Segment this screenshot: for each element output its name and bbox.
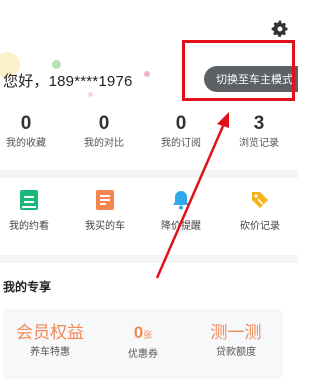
service-appointments[interactable]: 我的约看 [0,190,62,235]
member-benefits[interactable]: 会员权益 养车特惠 [5,321,95,361]
stat-favorites[interactable]: 0 我的收藏 [0,112,56,152]
loan-quota-value: 测一测 [210,323,262,342]
tag-icon [252,192,268,208]
annotation-highlight-box [182,40,295,101]
coupons-label: 优惠券 [128,349,158,360]
stat-label: 浏览记录 [239,138,279,149]
member-benefits-value: 会员权益 [16,323,84,342]
service-grid: 我的约看 我买的车 降价提醒 砍价记录 [0,190,298,240]
service-label: 降价提醒 [161,221,201,232]
section-divider [0,255,298,263]
service-price-alert[interactable]: 降价提醒 [148,190,214,235]
stats-row: 0 我的收藏 0 我的对比 0 我的订阅 3 浏览记录 [0,112,298,162]
service-purchased[interactable]: 我买的车 [72,190,138,235]
loan-quota[interactable]: 测一测 贷款额度 [191,321,281,361]
stat-value: 0 [20,113,32,134]
document-icon [96,190,114,210]
bell-icon [173,191,189,210]
decor-circle [144,71,150,77]
stat-value: 0 [98,113,110,134]
stat-value: 3 [253,113,265,134]
stat-label: 我的对比 [84,138,124,149]
section-title: 我的专享 [3,280,52,294]
coupon-unit: 张 [143,330,153,340]
decor-circle [52,60,61,69]
gear-icon[interactable] [270,19,290,39]
service-label: 我买的车 [85,221,125,232]
coupon-count: 0 [133,323,144,342]
coupons[interactable]: 0张 优惠券 [98,321,188,363]
exclusive-card: 会员权益 养车特惠 0张 优惠券 测一测 贷款额度 [3,309,283,379]
stat-subscriptions[interactable]: 0 我的订阅 [151,112,211,152]
stat-label: 我的收藏 [6,138,46,149]
service-label: 砍价记录 [240,221,280,232]
calendar-icon [20,190,38,210]
stat-compare[interactable]: 0 我的对比 [74,112,134,152]
service-bargain[interactable]: 砍价记录 [227,190,293,235]
stat-value: 0 [175,113,187,134]
loan-quota-label: 贷款额度 [216,347,256,358]
user-greeting: 您好，189****1976 [3,73,133,90]
stat-history[interactable]: 3 浏览记录 [229,112,289,152]
service-label: 我的约看 [9,221,49,232]
stat-label: 我的订阅 [161,138,201,149]
member-benefits-label: 养车特惠 [30,347,70,358]
decor-circle [88,92,93,97]
section-divider [0,170,298,178]
